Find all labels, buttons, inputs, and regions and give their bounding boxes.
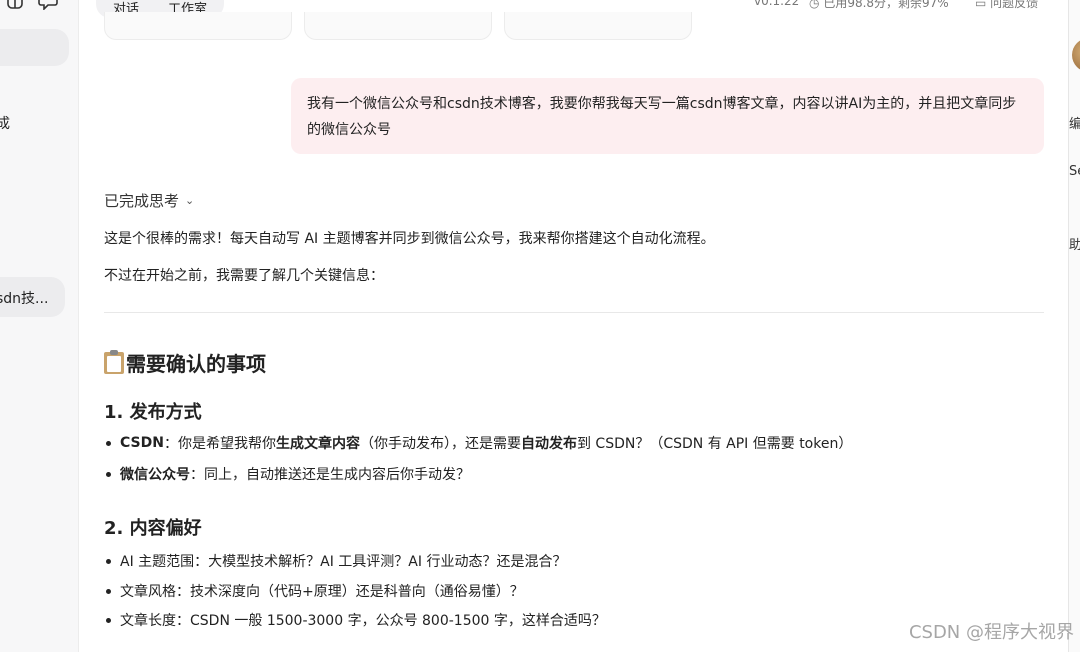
right-panel-snippet: Se xyxy=(1069,164,1080,179)
feedback-link[interactable]: ▭ 问题反馈 xyxy=(975,0,1038,11)
list-text: ：同上，自动推送还是生成内容后你手动发？ xyxy=(190,467,470,483)
usage-label: ◷ 已用98.8分，剩余97% xyxy=(809,0,949,11)
suggestion-card[interactable] xyxy=(504,12,692,40)
suggestion-card[interactable] xyxy=(304,12,492,40)
section-heading-text: 需要确认的事项 xyxy=(126,352,266,376)
list-item: 文章风格：技术深度向（代码+原理）还是科普向（通俗易懂）？ xyxy=(106,581,524,601)
chevron-down-icon: ⌄ xyxy=(185,194,195,207)
bold-text: CSDN xyxy=(120,435,164,451)
list-item: 微信公众号 ：同上，自动推送还是生成内容后你手动发？ xyxy=(106,464,470,484)
usage-text: 已用98.8分，剩余97% xyxy=(823,0,949,10)
feedback-text: 问题反馈 xyxy=(990,0,1039,10)
bullet-dot xyxy=(106,471,111,477)
bullet-dot xyxy=(106,558,111,564)
chat-bubble-icon[interactable] xyxy=(38,0,58,11)
thinking-toggle[interactable]: 已完成思考 ⌄ xyxy=(104,190,194,211)
list-text: AI 主题范围：大模型技术解析？AI 工具评测？AI 行业动态？还是混合？ xyxy=(120,554,567,570)
subheading-publish: 1. 发布方式 xyxy=(104,402,202,423)
list-item: CSDN ：你是希望我帮你 生成文章内容 （你手动发布），还是需要 自动发布到 CSDN… xyxy=(106,433,852,453)
feedback-icon: ▭ xyxy=(975,0,987,10)
assistant-intro: 这是个很棒的需求！每天自动写 AI 主题博客并同步到微信公众号，我来帮你搭建这个… xyxy=(104,231,715,247)
sidebar: 成 sdn技... xyxy=(0,0,79,652)
bold-text: 微信公众号 xyxy=(120,467,190,483)
user-message-bubble: 我有一个微信公众号和csdn技术博客，我要你帮我每天写一篇csdn博客文章，内容… xyxy=(291,78,1044,154)
bold-text: 生成文章内容 xyxy=(275,436,360,452)
list-item: AI 主题范围：大模型技术解析？AI 工具评测？AI 行业动态？还是混合？ xyxy=(106,551,566,571)
subheading-content: 2. 内容偏好 xyxy=(104,518,202,539)
suggestion-card[interactable] xyxy=(104,12,292,40)
bold-text: 自动发布 xyxy=(520,436,577,452)
sidebar-item-label[interactable]: 成 xyxy=(0,113,10,133)
list-text: （你手动发布），还是需要 xyxy=(359,436,521,452)
bullet-dot xyxy=(106,440,111,446)
bullet-dot xyxy=(106,588,111,594)
list-text: ：你是希望我帮你 xyxy=(163,436,276,452)
sidebar-toggle-icon[interactable] xyxy=(6,0,24,10)
list-text: 文章风格：技术深度向（代码+原理）还是科普向（通俗易懂）？ xyxy=(120,584,524,600)
right-panel-snippet: 助 xyxy=(1069,234,1080,253)
bullet-dot xyxy=(106,617,111,623)
right-panel-snippet: 编 xyxy=(1069,113,1080,132)
usage-icon: ◷ xyxy=(809,0,820,10)
sidebar-item-active[interactable]: sdn技... xyxy=(0,277,65,317)
divider xyxy=(104,312,1044,313)
version-label: v0.1.22 xyxy=(754,0,800,8)
watermark: CSDN @程序大视界 xyxy=(908,622,1074,643)
chat-main: 对话 工作室 v0.1.22 ◷ 已用98.8分，剩余97% ▭ 问题反馈 我有… xyxy=(79,0,1068,652)
assistant-intro-2: 不过在开始之前，我需要了解几个关键信息： xyxy=(104,268,384,284)
thinking-label: 已完成思考 xyxy=(104,192,180,210)
sidebar-item-active-label: sdn技... xyxy=(0,291,49,307)
avatar xyxy=(1072,38,1080,72)
sidebar-search-pill[interactable] xyxy=(0,29,69,66)
list-text: 到 CSDN？（CSDN 有 API 但需要 token） xyxy=(576,436,853,452)
list-item: 文章长度：CSDN 一般 1500-3000 字，公众号 800-1500 字，… xyxy=(106,610,606,630)
clipboard-icon xyxy=(104,349,124,374)
section-heading: 需要确认的事项 xyxy=(104,348,266,377)
right-panel: 编 Se 助 xyxy=(1068,0,1080,652)
list-text: 文章长度：CSDN 一般 1500-3000 字，公众号 800-1500 字，… xyxy=(120,613,606,629)
